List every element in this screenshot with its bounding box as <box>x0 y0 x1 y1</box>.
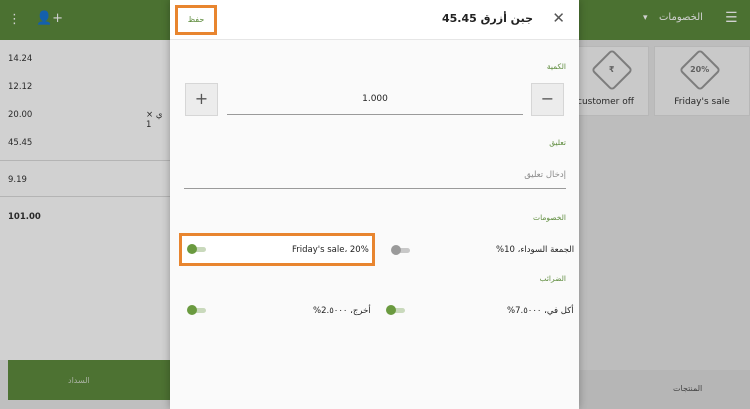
edit-item-dialog: حفظ جبن أزرق 45.45 ✕ الكمية + 1.000 − تع… <box>170 0 579 409</box>
discount-option-label: الجمعة السوداء، 10% <box>496 245 575 255</box>
tax-toggle-takeout[interactable] <box>187 305 207 315</box>
discounts-label: الخصومات <box>533 213 566 222</box>
increase-button[interactable]: + <box>185 83 218 116</box>
quantity-input[interactable]: 1.000 <box>227 85 523 115</box>
quantity-value: 1.000 <box>362 94 388 104</box>
decrease-button[interactable]: − <box>531 83 564 116</box>
tax-option-label: أكل في، 7.٥٠٠٠% <box>507 306 574 316</box>
discount-option-friday-sale[interactable]: Friday's sale، 20% <box>179 233 375 266</box>
discount-option-label: Friday's sale، 20% <box>292 245 369 255</box>
tax-option-label: أخرج، 2.٥٠٠٠% <box>313 306 371 316</box>
close-icon[interactable]: ✕ <box>552 9 565 27</box>
discount-toggle-black-friday[interactable] <box>391 245 411 255</box>
taxes-label: الضرائب <box>539 274 566 283</box>
comment-input[interactable]: إدخال تعليق <box>184 163 566 189</box>
comment-label: تعليق <box>549 138 566 147</box>
comment-placeholder: إدخال تعليق <box>524 170 566 180</box>
discount-toggle-friday-sale[interactable] <box>187 244 207 254</box>
tax-toggle-eat-in[interactable] <box>386 305 406 315</box>
dialog-title: جبن أزرق 45.45 <box>441 12 533 25</box>
dialog-header: حفظ جبن أزرق 45.45 ✕ <box>170 0 579 40</box>
save-button[interactable]: حفظ <box>175 5 217 35</box>
quantity-label: الكمية <box>546 62 566 71</box>
